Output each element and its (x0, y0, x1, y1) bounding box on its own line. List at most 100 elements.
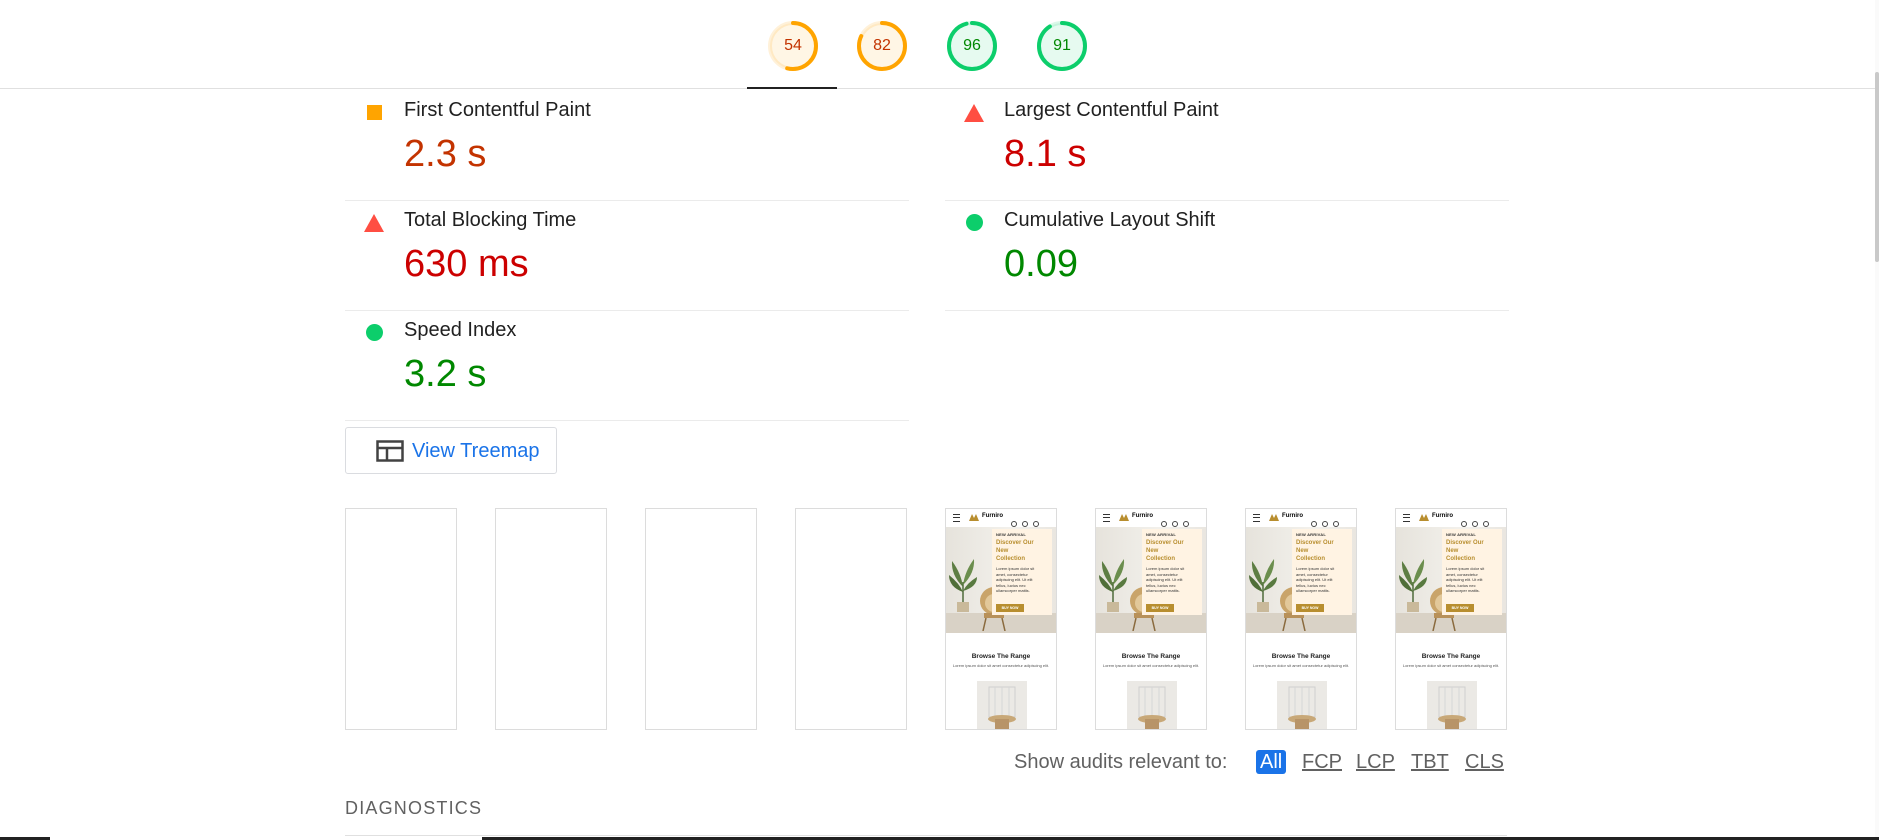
filter-chip-tbt[interactable]: TBT (1411, 750, 1449, 774)
audit-filter-label: Show audits relevant to: (1014, 751, 1228, 773)
thumb-product-image (1427, 681, 1477, 729)
thumb-body: Lorem ipsum dolor sit amet, consectetur … (1146, 566, 1185, 593)
thumb-buy-now: BUY NOW (996, 604, 1024, 612)
thumb-new-arrival: NEW ARRIVAL (1446, 532, 1476, 537)
metric-speed-index: Speed Index 3.2 s (345, 310, 909, 421)
thumb-headline: Discover Our New Collection (1296, 540, 1334, 562)
filmstrip-frame-blank (795, 508, 907, 730)
plant-image-icon (1399, 559, 1427, 612)
plant-image-icon (1249, 559, 1277, 612)
scores-header: 54 82 96 91 (0, 0, 1879, 89)
thumb-brand: Furniro (1432, 513, 1453, 519)
metric-total-blocking-time: Total Blocking Time 630 ms (345, 200, 909, 311)
thumb-headline: Discover Our New Collection (996, 540, 1034, 562)
filmstrip-frame-blank (495, 508, 607, 730)
thumb-browse-sub: Lorem ipsum dolor sit amet consectetur a… (1252, 663, 1350, 668)
metric-value: 3.2 s (404, 353, 487, 395)
metric-value: 8.1 s (1004, 133, 1087, 175)
furniro-logo-icon (1119, 514, 1129, 521)
best-practices-score-gauge[interactable]: 96 (946, 20, 998, 72)
pass-circle-icon (966, 214, 983, 231)
thumb-body: Lorem ipsum dolor sit amet, consectetur … (1446, 566, 1485, 593)
thumb-new-arrival: NEW ARRIVAL (1146, 532, 1176, 537)
thumb-body: Lorem ipsum dolor sit amet, consectetur … (1296, 566, 1335, 593)
filmstrip-frame-blank (345, 508, 457, 730)
hamburger-menu-icon (1403, 514, 1410, 522)
filter-chip-fcp[interactable]: FCP (1302, 750, 1342, 774)
thumb-brand: Furniro (982, 513, 1003, 519)
metric-title: Speed Index (404, 319, 517, 341)
furniro-logo-icon (1419, 514, 1429, 521)
thumb-product-image (1277, 681, 1327, 729)
performance-score: 54 (784, 37, 802, 54)
thumb-browse-sub: Lorem ipsum dolor sit amet consectetur a… (952, 663, 1050, 668)
thumb-headline: Discover Our New Collection (1446, 540, 1484, 562)
seo-score-gauge[interactable]: 91 (1036, 20, 1088, 72)
filmstrip-frame-rendered: Furniro NEW ARRIVAL Discover Our New Col… (945, 508, 1057, 730)
view-treemap-button[interactable]: View Treemap (345, 427, 557, 474)
thumb-new-arrival: NEW ARRIVAL (1296, 532, 1326, 537)
best-practices-score: 96 (963, 37, 981, 54)
active-gauge-indicator (747, 87, 837, 89)
fail-triangle-icon (964, 104, 984, 122)
thumb-hero: NEW ARRIVAL Discover Our New Collection … (1246, 527, 1356, 633)
product-image-icon (1277, 681, 1327, 729)
thumb-new-arrival: NEW ARRIVAL (996, 532, 1026, 537)
performance-score-gauge[interactable]: 54 (767, 20, 819, 72)
filmstrip-frame-rendered: Furniro NEW ARRIVAL Discover Our New Col… (1245, 508, 1357, 730)
average-square-icon (367, 105, 382, 120)
accessibility-score-gauge[interactable]: 82 (856, 20, 908, 72)
thumb-nav-icons (1011, 514, 1051, 545)
hamburger-menu-icon (1103, 514, 1110, 522)
diagnostics-heading: DIAGNOSTICS (345, 798, 483, 818)
filter-chip-lcp[interactable]: LCP (1356, 750, 1395, 774)
filter-chip-cls[interactable]: CLS (1465, 750, 1504, 774)
thumb-body: Lorem ipsum dolor sit amet, consectetur … (996, 566, 1035, 593)
thumb-hero: NEW ARRIVAL Discover Our New Collection … (1096, 527, 1206, 633)
filmstrip-frame-rendered: Furniro NEW ARRIVAL Discover Our New Col… (1395, 508, 1507, 730)
metric-value: 2.3 s (404, 133, 487, 175)
metric-first-contentful-paint: First Contentful Paint 2.3 s (345, 90, 909, 201)
seo-score: 91 (1053, 37, 1071, 54)
furniro-logo-icon (969, 514, 979, 521)
thumb-nav-icons (1311, 514, 1351, 545)
furniro-logo-icon (1269, 514, 1279, 521)
filter-chip-all[interactable]: All (1256, 750, 1287, 774)
thumb-navbar: Furniro (1396, 509, 1506, 545)
thumb-nav-icons (1161, 514, 1201, 545)
thumb-browse-title: Browse The Range (1421, 653, 1481, 660)
thumb-hero-card: NEW ARRIVAL Discover Our New Collection … (1442, 529, 1502, 615)
product-image-icon (1427, 681, 1477, 729)
thumb-browse-title: Browse The Range (1121, 653, 1181, 660)
metric-largest-contentful-paint: Largest Contentful Paint 8.1 s (945, 90, 1509, 201)
thumb-browse-title: Browse The Range (971, 653, 1031, 660)
thumb-navbar: Furniro (1246, 509, 1356, 545)
thumb-hero-card: NEW ARRIVAL Discover Our New Collection … (1142, 529, 1202, 615)
metric-title: Largest Contentful Paint (1004, 99, 1219, 121)
filmstrip-frame-rendered: Furniro NEW ARRIVAL Discover Our New Col… (1095, 508, 1207, 730)
thumb-hero: NEW ARRIVAL Discover Our New Collection … (1396, 527, 1506, 633)
thumb-nav-icons (1461, 514, 1501, 545)
thumb-navbar: Furniro (946, 509, 1056, 545)
thumb-brand: Furniro (1132, 513, 1153, 519)
hamburger-menu-icon (1253, 514, 1260, 522)
metric-cumulative-layout-shift: Cumulative Layout Shift 0.09 (945, 200, 1509, 311)
thumb-buy-now: BUY NOW (1146, 604, 1174, 612)
thumb-navbar: Furniro (1096, 509, 1206, 545)
metric-title: Cumulative Layout Shift (1004, 209, 1216, 231)
hamburger-menu-icon (953, 514, 960, 522)
thumb-product-image (1127, 681, 1177, 729)
thumb-brand: Furniro (1282, 513, 1303, 519)
scrollbar-thumb[interactable] (1875, 72, 1879, 262)
thumb-hero-card: NEW ARRIVAL Discover Our New Collection … (992, 529, 1052, 615)
accessibility-score: 82 (873, 37, 891, 54)
fail-triangle-icon (364, 214, 384, 232)
metric-value: 630 ms (404, 243, 529, 285)
metric-value: 0.09 (1004, 243, 1078, 285)
plant-image-icon (1099, 559, 1127, 612)
filmstrip-frame-blank (645, 508, 757, 730)
metric-title: Total Blocking Time (404, 209, 577, 231)
product-image-icon (1127, 681, 1177, 729)
thumb-browse-sub: Lorem ipsum dolor sit amet consectetur a… (1102, 663, 1200, 668)
section-divider (345, 835, 1507, 836)
